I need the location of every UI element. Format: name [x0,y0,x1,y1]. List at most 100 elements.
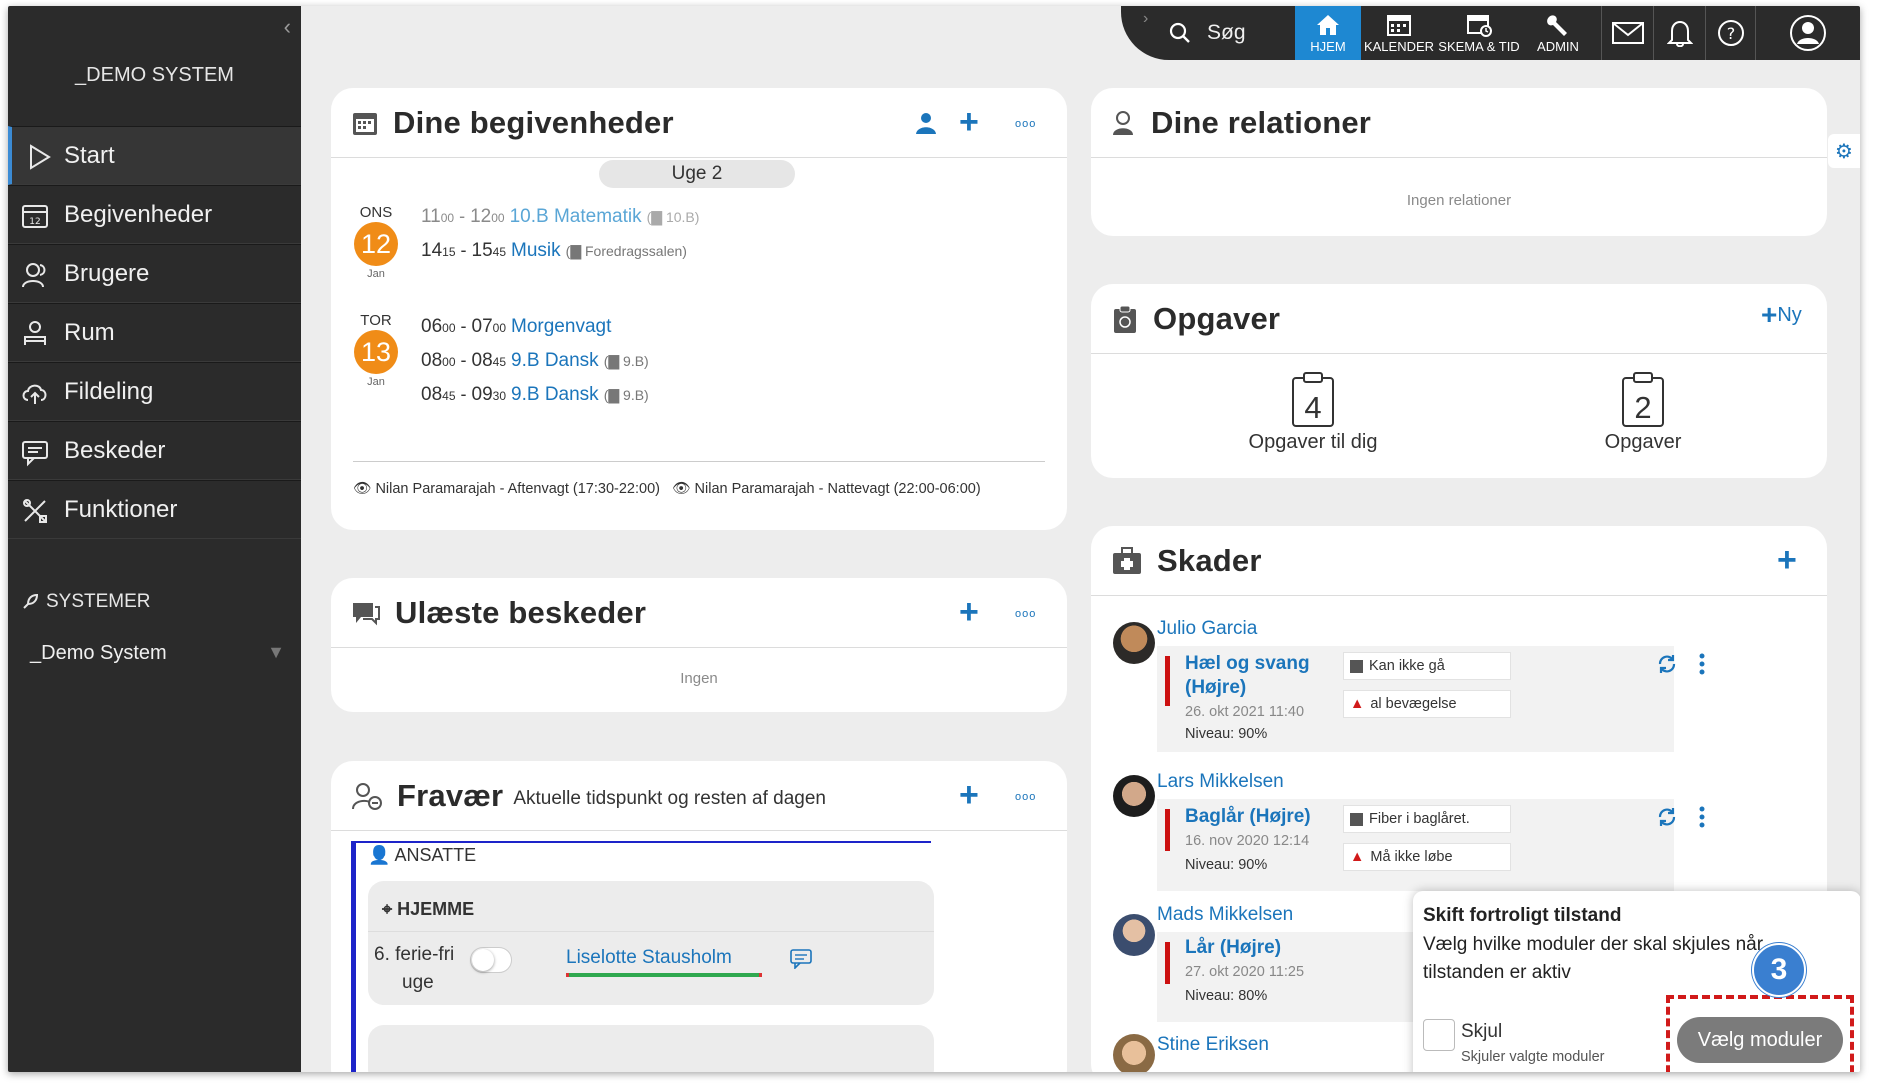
person-name[interactable]: Lars Mikkelsen [1157,771,1284,793]
relations-empty: Ingen relationer [1406,192,1512,209]
tab-home-label: HJEM [1310,39,1346,54]
tab-calendar[interactable]: KALENDER [1361,6,1437,60]
kebab-menu-icon[interactable] [1697,805,1707,829]
absence-subtitle: Aktuelle tidspunkt og resten af dagen [513,787,826,809]
room-icon: ▇ [608,353,620,369]
group-user-icon[interactable] [913,110,939,136]
injury-details: Hæl og svang (Højre) 26. okt 2021 11:40 N… [1157,646,1705,752]
event-row[interactable]: 0800 - 0845 9.B Dansk (▇ 9.B) [421,350,649,372]
tasks-all-count: 2 [1634,390,1652,425]
confidential-mode-popover: Skift fortroligt tilstand Vælg hvilke mo… [1413,891,1860,1072]
eye-icon: 👁 [672,481,691,497]
system-title: _DEMO SYSTEM [75,64,234,86]
day-badge: TOR 13 Jan [353,312,399,388]
sidebar-item-fildeling[interactable]: Fildeling [8,362,301,421]
sidebar-item-rum[interactable]: Rum [8,303,301,362]
event-title[interactable]: 9.B Dansk [511,384,599,405]
sidebar-item-brugere[interactable]: Brugere [8,244,301,303]
hide-modules-checkbox[interactable] [1423,1019,1455,1051]
event-row[interactable]: 1100 - 1200 10.B Matematik (▇ 10.B) [421,206,699,228]
tasks-card-header: Opgaver +Ny [1091,284,1827,354]
collapse-sidebar-icon[interactable]: ‹ [284,14,291,40]
search-button[interactable]: Søg [1169,6,1246,60]
calendar-icon: 12 [22,205,48,228]
severity-bar [1165,942,1170,984]
sidebar: ‹ _DEMO SYSTEM Start 12 Begivenheder Bru… [8,6,301,1072]
more-options-icon[interactable]: ooo [1015,118,1036,130]
highlight-box [1666,995,1854,1072]
watch-item[interactable]: Nilan Paramarajah - Nattevagt (22:00-06:… [695,481,981,497]
sidebar-item-start[interactable]: Start [8,126,301,185]
map-pin-icon: ⌖ [382,899,393,919]
tasks-all[interactable]: 2 Opgaver [1573,370,1713,454]
tab-schedule[interactable]: SKEMA & TID [1437,6,1521,60]
add-injury-button[interactable]: + [1777,543,1797,577]
injury-row: Julio Garcia Hæl og svang (Højre) 26. okt… [1113,618,1705,752]
watch-item[interactable]: Nilan Paramarajah - Aftenvagt (17:30-22:… [375,481,660,497]
tasks-card: Opgaver +Ny 4 Opgaver til dig 2 Opgaver [1091,284,1827,478]
kebab-menu-icon[interactable] [1697,652,1707,676]
profile-button[interactable] [1755,6,1860,60]
injury-details: Baglår (Højre) 16. nov 2020 12:14 Niveau… [1157,799,1705,891]
injury-title[interactable]: Lår (Højre) [1185,936,1281,960]
absence-toggle[interactable] [470,947,512,973]
event-row[interactable]: 0600 - 0700 Morgenvagt [421,316,611,338]
cloud-upload-icon [22,384,47,404]
settings-gear-icon[interactable]: ⚙ [1828,134,1860,168]
dropdown-arrow-icon: ▼ [267,642,285,662]
add-absence-button[interactable]: + [959,778,979,812]
event-row[interactable]: 1415 - 1545 Musik (▇ Foredragssalen) [421,240,687,262]
person-name[interactable]: Mads Mikkelsen [1157,904,1293,926]
room-icon: ▇ [570,243,582,259]
group-header: 👤 ANSATTE [368,845,477,865]
injury-row: Lars Mikkelsen Baglår (Højre) 16. nov 20… [1113,771,1705,891]
person-name[interactable]: Julio Garcia [1157,618,1257,640]
restriction-chip: Kan ikke gå [1343,652,1511,680]
topbar: › Søg HJEM KALENDER SKEMA & TID ADMIN ? [1121,6,1860,60]
notifications-button[interactable] [1653,6,1705,60]
room-icon: ▇ [651,209,663,225]
chevron-right-icon[interactable]: › [1143,10,1148,28]
tab-admin[interactable]: ADMIN [1521,6,1595,60]
add-message-button[interactable]: + [959,595,979,629]
system-item-label: _Demo System [30,642,167,664]
injury-title[interactable]: Baglår (Højre) [1185,805,1311,829]
tasks-mine[interactable]: 4 Opgaver til dig [1243,370,1383,454]
week-label: Uge 2 [599,160,795,188]
refresh-icon[interactable] [1655,805,1679,829]
system-selector[interactable]: _Demo System ▼ [30,642,285,665]
relations-card-header: Dine relationer [1091,88,1827,158]
tab-home[interactable]: HJEM [1295,6,1361,60]
event-title[interactable]: Morgenvagt [511,316,611,337]
person-name[interactable]: Stine Eriksen [1157,1034,1269,1056]
absence-group: 👤 ANSATTE ⌖ HJEMME 6. ferie-fri uge Lise… [351,841,934,1072]
event-title[interactable]: 10.B Matematik [510,206,642,227]
sidebar-item-label: Fildeling [64,377,154,405]
sidebar-item-funktioner[interactable]: Funktioner [8,480,301,539]
event-title[interactable]: 9.B Dansk [511,350,599,371]
event-row[interactable]: 0845 - 0930 9.B Dansk (▇ 9.B) [421,384,649,406]
users-icon [22,263,46,288]
injury-level: Niveau: 90% [1185,857,1268,873]
add-event-button[interactable]: + [959,105,979,139]
sidebar-item-label: Start [64,141,115,169]
event-title[interactable]: Musik [511,240,561,261]
messages-empty: Ingen [680,670,718,687]
sidebar-item-begivenheder[interactable]: 12 Begivenheder [8,185,301,244]
more-options-icon[interactable]: ooo [1015,608,1036,620]
absence-person[interactable]: Liselotte Stausholm [566,947,732,969]
more-options-icon[interactable]: ooo [1015,791,1036,803]
message-icon[interactable] [790,949,812,969]
refresh-icon[interactable] [1655,652,1679,676]
messages-title: Ulæste beskeder [395,594,647,630]
sidebar-item-beskeder[interactable]: Beskeder [8,421,301,480]
mail-icon [1611,22,1644,44]
new-task-button[interactable]: +Ny [1761,301,1802,329]
help-icon: ? [1717,20,1744,46]
mail-button[interactable] [1601,6,1653,60]
help-button[interactable]: ? [1705,6,1755,60]
injury-title[interactable]: Hæl og svang (Højre) [1185,652,1310,700]
app-window: ‹ _DEMO SYSTEM Start 12 Begivenheder Bru… [8,6,1860,1072]
injury-level: Niveau: 80% [1185,988,1268,1004]
injury-date: 26. okt 2021 11:40 [1185,704,1305,720]
